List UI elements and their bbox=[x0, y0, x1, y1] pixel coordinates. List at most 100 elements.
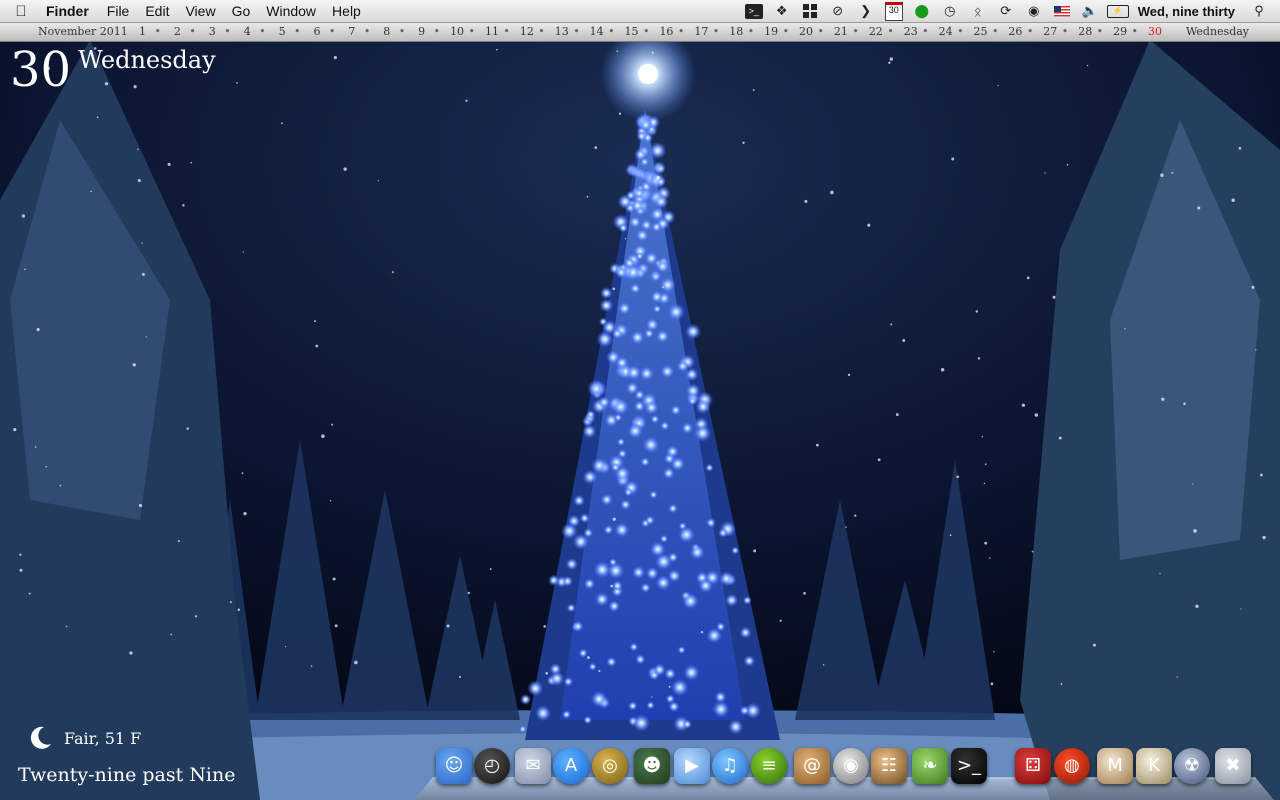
date-strip-day: 3 bbox=[208, 25, 216, 38]
volume-icon[interactable]: 🔈 bbox=[1079, 2, 1101, 20]
itunes-icon[interactable]: ♫ bbox=[712, 748, 748, 784]
date-strip-separator: • bbox=[224, 25, 231, 38]
date-strip-day: 4 bbox=[243, 25, 251, 38]
facetime-icon[interactable]: ▶ bbox=[674, 748, 710, 784]
date-strip-separator: • bbox=[363, 25, 371, 38]
itunes-dvd-icon[interactable]: ◉ bbox=[833, 748, 869, 784]
status-menus: >_ ❖ ⊘ ❯ 30 ⬤ ◷ ᛟ ⟳ ◉ 🔈 ⚡ Wed, nine thir… bbox=[740, 0, 1280, 22]
date-strip-day: 15 bbox=[624, 25, 639, 38]
date-strip-month: November 2011 bbox=[38, 25, 128, 38]
date-strip-separator: • bbox=[677, 25, 685, 38]
date-strip-separator: • bbox=[1131, 25, 1139, 38]
date-strip-day: 27 bbox=[1043, 25, 1058, 38]
menu-clock[interactable]: Wed, nine thirty bbox=[1132, 4, 1245, 19]
date-strip-separator: • bbox=[433, 25, 441, 38]
date-strip-separator: • bbox=[608, 25, 615, 38]
date-strip-separator: • bbox=[538, 25, 545, 38]
menu-edit[interactable]: Edit bbox=[137, 3, 177, 19]
apple-icon[interactable]:  bbox=[0, 3, 42, 20]
spotlight-search-icon[interactable]: ⚲ bbox=[1248, 2, 1270, 20]
cd-burn-icon[interactable]: ☢ bbox=[1174, 748, 1210, 784]
us-flag-icon[interactable] bbox=[1051, 2, 1073, 20]
date-strip-day: 5 bbox=[278, 25, 286, 38]
dashboard-icon[interactable]: ◴ bbox=[474, 748, 510, 784]
mushroom-icon[interactable]: ⬤ bbox=[911, 2, 933, 20]
calendar-icon[interactable]: 30 bbox=[883, 1, 905, 21]
big-date-day: Wednesday bbox=[78, 46, 216, 74]
dvd-player-icon[interactable]: ◎ bbox=[592, 748, 628, 784]
address-book-icon[interactable]: @ bbox=[794, 748, 830, 784]
date-strip-separator: • bbox=[468, 25, 476, 38]
menu-help[interactable]: Help bbox=[324, 3, 369, 19]
wifi-icon[interactable]: ◉ bbox=[1023, 2, 1045, 20]
menu-finder[interactable]: Finder bbox=[42, 3, 99, 19]
date-strip-day: 25 bbox=[973, 25, 988, 38]
date-strip-day: 13 bbox=[554, 25, 569, 38]
date-strip-day: 26 bbox=[1008, 25, 1023, 38]
date-strip-day: 19 bbox=[764, 25, 779, 38]
date-strip-separator: • bbox=[922, 25, 929, 38]
date-strip-widget: November 2011 1 • 2 • 3 • 4 • 5 • 6 • 7 • 8 • 9 • 10 • 11 • 12 •… bbox=[0, 23, 1280, 42]
dice-icon[interactable]: ⚃ bbox=[1015, 748, 1051, 784]
keynote-icon[interactable]: ☷ bbox=[871, 748, 907, 784]
menu-go[interactable]: Go bbox=[224, 3, 259, 19]
date-strip-day: 11 bbox=[484, 25, 499, 38]
menu-file[interactable]: File bbox=[99, 3, 138, 19]
evernote-icon[interactable]: ❧ bbox=[912, 748, 948, 784]
date-strip-day: 18 bbox=[729, 25, 744, 38]
date-strip-separator: • bbox=[887, 25, 894, 38]
date-strip-separator: • bbox=[643, 25, 650, 38]
no-entry-icon[interactable]: ⊘ bbox=[827, 2, 849, 20]
date-strip-day: 9 bbox=[418, 25, 426, 38]
k-app-icon[interactable]: K bbox=[1136, 748, 1172, 784]
battery-icon[interactable]: ⚡ bbox=[1106, 2, 1129, 20]
date-strip-separator: • bbox=[957, 25, 964, 38]
date-strip-separator: • bbox=[189, 25, 196, 38]
dropbox-icon[interactable]: ❖ bbox=[771, 2, 793, 20]
bluetooth-icon[interactable]: ᛟ bbox=[967, 2, 989, 20]
weather-widget: Fair, 51 F bbox=[26, 724, 141, 752]
terminal-icon[interactable]: >_ bbox=[951, 748, 987, 784]
date-strip-separator: • bbox=[398, 25, 406, 38]
big-date-widget: 30 Wednesday bbox=[10, 46, 216, 94]
date-strip-separator: • bbox=[712, 25, 720, 38]
date-strip-day: 22 bbox=[868, 25, 883, 38]
date-strip-day: 10 bbox=[450, 25, 465, 38]
drum-icon[interactable]: ◍ bbox=[1054, 748, 1090, 784]
date-strip-day: 30 bbox=[1148, 25, 1162, 38]
menu-view[interactable]: View bbox=[177, 3, 223, 19]
date-strip-day: 20 bbox=[799, 25, 814, 38]
frankenstein-icon[interactable]: ☻ bbox=[634, 748, 670, 784]
date-strip-day: 17 bbox=[694, 25, 709, 38]
desktop-wallpaper bbox=[0, 0, 1280, 800]
date-strip-day: 24 bbox=[938, 25, 953, 38]
grid-icon[interactable] bbox=[799, 2, 821, 20]
date-strip-separator: • bbox=[782, 25, 790, 38]
date-strip-weekday: Wednesday bbox=[1186, 25, 1250, 38]
dock: ☺ ◴ ✉ A ◎ ☻ ▶ ♫ ≡ @ ◉ ☷ ❧ >_ ⚃ ◍ M K ☢ ✖ bbox=[414, 744, 1274, 800]
mail-person-icon[interactable]: M bbox=[1097, 748, 1133, 784]
trash-icon[interactable]: ✖ bbox=[1215, 748, 1251, 784]
date-strip-day: 21 bbox=[833, 25, 848, 38]
date-strip-separator: • bbox=[154, 25, 161, 38]
big-date-number: 30 bbox=[10, 42, 72, 98]
finder-icon[interactable]: ☺ bbox=[436, 748, 472, 784]
menu-window[interactable]: Window bbox=[258, 3, 324, 19]
date-strip-day: 8 bbox=[383, 25, 391, 38]
time-machine-icon[interactable]: ◷ bbox=[939, 2, 961, 20]
weather-text: Fair, 51 F bbox=[64, 728, 142, 748]
date-strip-day: 29 bbox=[1113, 25, 1128, 38]
date-strip-day: 14 bbox=[589, 25, 604, 38]
date-strip-separator: • bbox=[294, 25, 301, 38]
sync-icon[interactable]: ⟳ bbox=[995, 2, 1017, 20]
date-strip-day: 7 bbox=[348, 25, 356, 38]
date-strip-day: 12 bbox=[519, 25, 534, 38]
date-strip-separator: • bbox=[503, 25, 510, 38]
date-strip-separator: • bbox=[328, 25, 336, 38]
date-strip-day: 1 bbox=[139, 25, 146, 38]
chevron-right-icon[interactable]: ❯ bbox=[855, 2, 877, 20]
terminal-status-icon[interactable]: >_ bbox=[743, 2, 765, 20]
mail-stamp-icon[interactable]: ✉ bbox=[515, 748, 551, 784]
spotify-icon[interactable]: ≡ bbox=[751, 748, 787, 784]
app-store-icon[interactable]: A bbox=[553, 748, 589, 784]
